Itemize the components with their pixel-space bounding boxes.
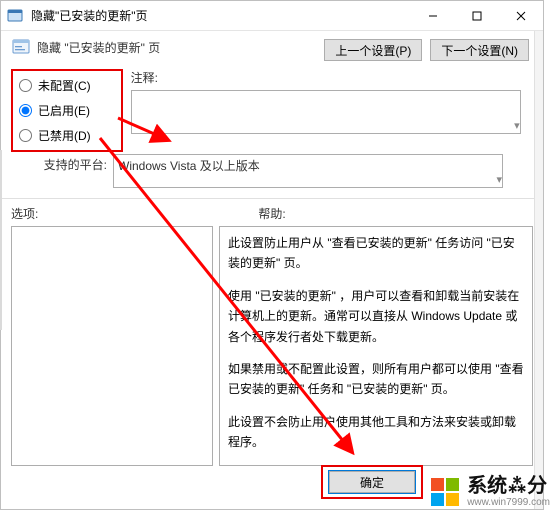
state-radio-group: 未配置(C) 已启用(E) 已禁用(D) — [11, 69, 123, 152]
policy-page-icon — [11, 37, 31, 57]
maximize-button[interactable] — [455, 1, 499, 30]
help-paragraph: 此设置防止用户从 "查看已安装的更新" 任务访问 "已安装的更新" 页。 — [228, 233, 524, 274]
comment-label: 注释: — [131, 69, 533, 86]
radio-disabled[interactable]: 已禁用(D) — [19, 127, 91, 144]
config-area: 未配置(C) 已启用(E) 已禁用(D) 注释: ▾ — [1, 65, 543, 152]
help-label: 帮助: — [258, 205, 285, 222]
comment-platform-column: 注释: ▾ — [131, 69, 533, 134]
next-setting-button[interactable]: 下一个设置(N) — [430, 39, 529, 61]
divider — [1, 198, 543, 199]
supported-platform-textbox: Windows Vista 及以上版本 ▾ — [113, 154, 503, 188]
titlebar: 隐藏"已安装的更新"页 — [1, 1, 543, 31]
mid-labels-row: 选项: 帮助: — [1, 201, 543, 226]
app-icon — [7, 8, 23, 24]
close-button[interactable] — [499, 1, 543, 30]
page-subtitle: 隐藏 "已安装的更新" 页 — [37, 37, 324, 56]
radio-enabled-label: 已启用(E) — [38, 102, 90, 119]
ok-button-highlight: 确定 — [321, 465, 423, 499]
columns: 此设置防止用户从 "查看已安装的更新" 任务访问 "已安装的更新" 页。 使用 … — [1, 226, 543, 466]
help-paragraph: 使用 "已安装的更新" ，用户可以查看和卸载当前安装在计算机上的更新。通常可以直… — [228, 286, 524, 347]
radio-not-configured[interactable]: 未配置(C) — [19, 77, 91, 94]
radio-not-configured-label: 未配置(C) — [38, 77, 91, 94]
options-panel[interactable] — [11, 226, 213, 466]
radio-disabled-label: 已禁用(D) — [38, 127, 91, 144]
radio-enabled-input[interactable] — [19, 104, 32, 117]
help-paragraph: 如果禁用或不配置此设置，则所有用户都可以使用 "查看已安装的更新" 任务和 "已… — [228, 359, 524, 400]
nav-buttons: 上一个设置(P) 下一个设置(N) — [324, 37, 533, 61]
resize-grip-icon: ▾ — [506, 119, 520, 133]
previous-setting-button[interactable]: 上一个设置(P) — [324, 39, 422, 61]
supported-platform-label: 支持的平台: — [29, 154, 107, 173]
minimize-button[interactable] — [411, 1, 455, 30]
background-window-edge — [0, 150, 2, 330]
comment-textarea[interactable]: ▾ — [131, 90, 521, 134]
help-paragraph: 此设置不会防止用户使用其他工具和方法来安装或卸载程序。 — [228, 412, 524, 453]
window-controls — [411, 1, 543, 30]
header-row: 隐藏 "已安装的更新" 页 上一个设置(P) 下一个设置(N) — [1, 31, 543, 65]
platform-row: 支持的平台: Windows Vista 及以上版本 ▾ — [1, 154, 543, 188]
supported-platform-value: Windows Vista 及以上版本 — [118, 159, 260, 173]
window-right-border — [534, 31, 543, 509]
radio-enabled[interactable]: 已启用(E) — [19, 102, 91, 119]
radio-disabled-input[interactable] — [19, 129, 32, 142]
policy-dialog-window: 隐藏"已安装的更新"页 隐藏 "已安装的更新" 页 上一个设置(P) 下一个设置… — [0, 0, 544, 510]
dialog-action-buttons: 确定 — [321, 465, 423, 499]
window-title: 隐藏"已安装的更新"页 — [29, 7, 411, 24]
radio-not-configured-input[interactable] — [19, 79, 32, 92]
options-label: 选项: — [11, 205, 38, 222]
ok-button[interactable]: 确定 — [329, 471, 415, 493]
resize-grip-icon: ▾ — [488, 173, 502, 187]
help-panel[interactable]: 此设置防止用户从 "查看已安装的更新" 任务访问 "已安装的更新" 页。 使用 … — [219, 226, 533, 466]
